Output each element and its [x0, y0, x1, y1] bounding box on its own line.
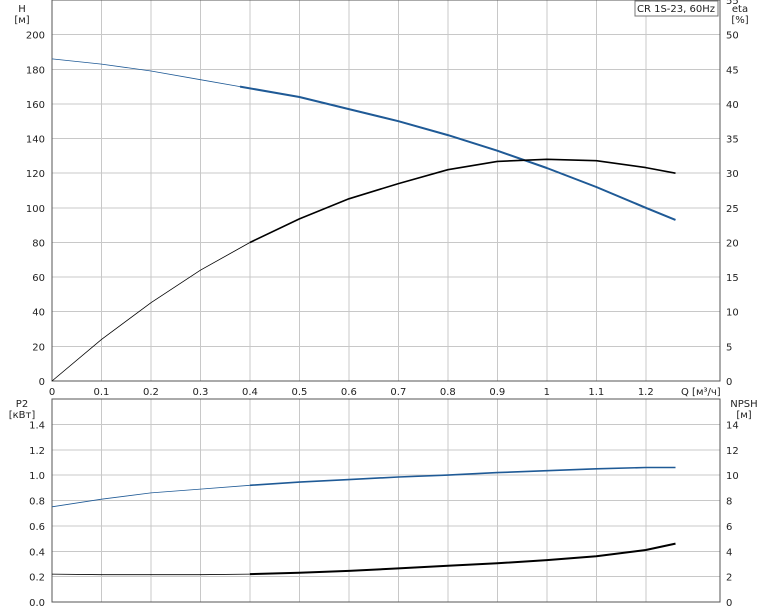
x-tick-label: 0.2 — [143, 387, 159, 398]
head-tick-label: 20 — [32, 342, 45, 353]
x-tick-label: 0.8 — [440, 387, 456, 398]
eta-axis-label: eta — [732, 4, 748, 15]
eta-tick-label: 20 — [726, 238, 739, 249]
npsh-tick-label: 12 — [726, 446, 739, 457]
bottom-grid — [51, 399, 720, 603]
npsh-tick-label: 2 — [726, 573, 732, 584]
power-tick-label: 0.8 — [29, 497, 45, 508]
npsh-tick-label: 14 — [726, 420, 739, 431]
eta-tick-label: 35 — [726, 135, 739, 146]
power-npsh-chart: 0.00.20.40.60.81.01.21.4 02468101214 P2 … — [9, 398, 758, 609]
chart-title: CR 1S-23, 60Hz — [637, 4, 715, 15]
bottom-series — [51, 466, 676, 576]
top-y-tick-labels: 0 20 40 60 80 100 120 140 160 180 200 — [26, 31, 45, 388]
x-tick-label: 0.1 — [94, 387, 110, 398]
npsh-axis-unit: [м] — [736, 410, 751, 421]
power-axis-unit: [кВт] — [9, 410, 36, 421]
top-plot-frame — [51, 0, 721, 382]
power-tick-label: 1.4 — [29, 420, 45, 431]
head-tick-label: 0 — [39, 377, 45, 388]
npsh-tick-label: 0 — [726, 598, 732, 609]
npsh-axis-label: NPSH — [730, 399, 757, 410]
top-grid — [51, 0, 720, 382]
power-tick-label: 0.2 — [29, 573, 45, 584]
head-curve-thin — [51, 58, 241, 87]
bottom-y-tick-labels: 0.0 0.2 0.4 0.6 0.8 1.0 1.2 1.4 — [29, 420, 45, 609]
eta-tick-label: 45 — [726, 65, 739, 76]
head-tick-label: 180 — [26, 65, 45, 76]
x-tick-label: 1.2 — [638, 387, 654, 398]
head-efficiency-chart: 0 0.1 0.2 0.3 0.4 0.5 0.6 0.7 0.8 0.9 1 1.1 1.2 0 20 4… — [14, 0, 749, 398]
eta-tick-label: 10 — [726, 308, 739, 319]
x-tick-label: 0.7 — [390, 387, 406, 398]
eta-tick-label: 5 — [726, 342, 732, 353]
power-tick-label: 0.6 — [29, 522, 45, 533]
top-x-tick-labels: 0 0.1 0.2 0.3 0.4 0.5 0.6 0.7 0.8 0.9 1 1.1 1.2 — [49, 387, 654, 398]
bottom-y2-tick-labels: 0 2 4 6 8 10 12 14 — [726, 420, 739, 609]
head-tick-label: 120 — [26, 169, 45, 180]
eta-tick-label: 50 — [726, 31, 739, 42]
power-tick-label: 0.4 — [29, 547, 45, 558]
power-tick-label: 0.0 — [29, 598, 45, 609]
head-tick-label: 160 — [26, 100, 45, 111]
x-tick-label: 0 — [49, 387, 55, 398]
x-tick-label: 0.9 — [489, 387, 505, 398]
power-curve — [249, 466, 676, 487]
x-tick-label: 0.3 — [192, 387, 208, 398]
top-series — [51, 58, 676, 382]
npsh-tick-label: 8 — [726, 497, 732, 508]
npsh-tick-label: 4 — [726, 547, 732, 558]
power-tick-label: 1.0 — [29, 471, 45, 482]
power-tick-label: 1.2 — [29, 446, 45, 457]
eta-tick-label: 0 — [726, 377, 732, 388]
eta-tick-label: 25 — [726, 204, 739, 215]
eta-tick-label: 30 — [726, 169, 739, 180]
x-tick-label: 1 — [544, 387, 550, 398]
head-tick-label: 60 — [32, 273, 45, 284]
head-tick-label: 140 — [26, 135, 45, 146]
head-tick-label: 40 — [32, 308, 45, 319]
x-tick-label: 0.4 — [242, 387, 258, 398]
eta-tick-label: 15 — [726, 273, 739, 284]
pump-performance-chart: 0 0.1 0.2 0.3 0.4 0.5 0.6 0.7 0.8 0.9 1 1.1 1.2 0204… — [9, 0, 758, 609]
head-tick-label: 80 — [32, 238, 45, 249]
eta-tick-label: 40 — [726, 100, 739, 111]
npsh-tick-label: 10 — [726, 471, 739, 482]
top-y2-tick-labels: 0510152025303540455055 — [726, 0, 739, 388]
x-tick-label: 0.5 — [291, 387, 307, 398]
x-tick-label: 0.6 — [341, 387, 357, 398]
head-axis-label: H — [18, 4, 26, 15]
head-tick-label: 200 — [26, 31, 45, 42]
efficiency-curve — [249, 158, 676, 244]
power-axis-label: P2 — [16, 399, 28, 410]
eta-axis-unit: [%] — [731, 15, 748, 26]
npsh-curve — [249, 542, 676, 576]
head-tick-label: 100 — [26, 204, 45, 215]
flow-axis-label: Q [м³/ч] — [681, 387, 721, 398]
head-axis-unit: [м] — [14, 15, 29, 26]
x-tick-label: 1.1 — [588, 387, 604, 398]
npsh-tick-label: 6 — [726, 522, 732, 533]
head-curve — [239, 85, 676, 221]
